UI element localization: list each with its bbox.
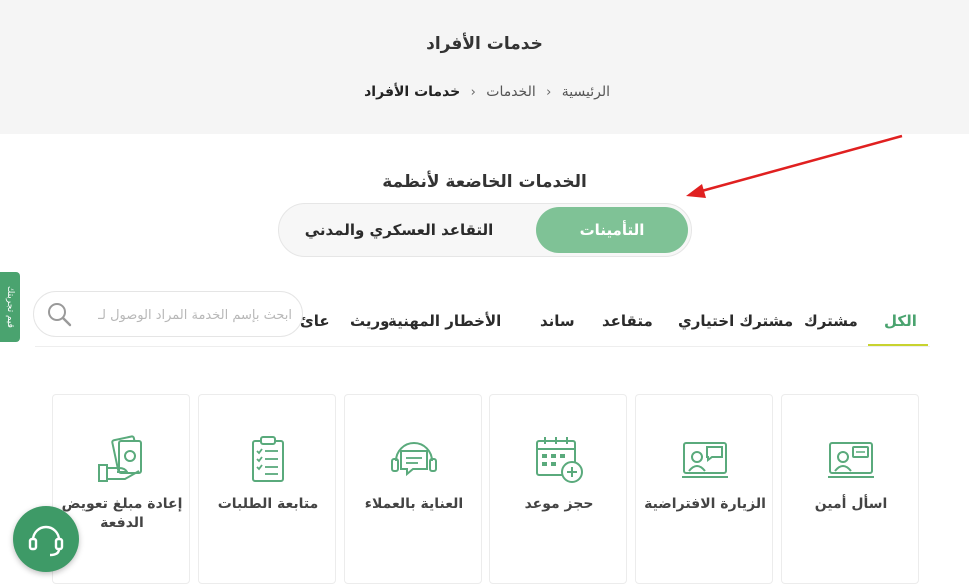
tab-occupational-hazards[interactable]: الأخطار المهنية — [388, 312, 501, 330]
support-chat-button[interactable] — [13, 506, 79, 572]
card-label: متابعة الطلبات — [217, 496, 319, 512]
system-toggle: التأمينات التقاعد العسكري والمدني — [278, 203, 692, 257]
service-card-customer-care[interactable]: العناية بالعملاء — [344, 394, 482, 584]
calendar-add-icon — [536, 437, 583, 483]
cash-hand-icon — [98, 435, 142, 482]
clipboard-checklist-icon — [252, 436, 284, 482]
service-card-ask-ameen[interactable]: اسأل أمين — [781, 394, 919, 584]
page-header: خدمات الأفراد الرئيسية ‹ الخدمات ‹ خدمات… — [0, 0, 969, 134]
annotation-arrow — [686, 134, 903, 198]
service-card-track-requests[interactable]: متابعة الطلبات — [198, 394, 336, 584]
toggle-insurance[interactable]: التأمينات — [536, 207, 688, 253]
page-title: خدمات الأفراد — [426, 34, 543, 54]
headset-chat-icon — [391, 442, 437, 477]
tab-saned[interactable]: ساند — [540, 312, 575, 330]
breadcrumb-services[interactable]: الخدمات — [486, 84, 536, 100]
tab-retired[interactable]: متقاعد — [602, 312, 653, 330]
tab-family[interactable]: عائ — [300, 312, 330, 330]
breadcrumb: الرئيسية ‹ الخدمات ‹ خدمات الأفراد — [362, 84, 610, 100]
feedback-tab[interactable]: قيم تجربتك — [0, 272, 20, 342]
breadcrumb-current: خدمات الأفراد — [364, 84, 461, 100]
virtual-visit-icon — [682, 442, 728, 478]
tab-optional-subscriber[interactable]: مشترك اختياري — [678, 312, 793, 330]
card-label: الزيارة الافتراضية — [644, 496, 766, 512]
chevron-left-icon: ‹ — [546, 84, 552, 100]
search-input[interactable] — [94, 302, 294, 328]
tab-subscriber[interactable]: مشترك — [804, 312, 858, 330]
headset-icon — [28, 525, 64, 557]
category-tabs: الكل مشترك مشترك اختياري متقاعد ساند الأ… — [300, 300, 930, 347]
chevron-left-icon: ‹ — [470, 84, 476, 100]
tab-all[interactable]: الكل — [884, 312, 917, 330]
tab-heir[interactable]: وريث — [350, 312, 389, 330]
card-label: العناية بالعملاء — [364, 496, 464, 512]
tabs-divider — [35, 346, 930, 347]
breadcrumb-home[interactable]: الرئيسية — [562, 84, 610, 100]
card-label: حجز موعد — [524, 496, 594, 512]
search-icon[interactable] — [46, 301, 72, 331]
card-label: اسأل أمين — [814, 496, 888, 512]
service-card-virtual-visit[interactable]: الزيارة الافتراضية — [635, 394, 773, 584]
service-card-book-appointment[interactable]: حجز موعد — [489, 394, 627, 584]
search-box — [33, 291, 303, 337]
agent-screen-icon — [828, 442, 874, 478]
toggle-retirement[interactable]: التقاعد العسكري والمدني — [299, 207, 499, 253]
